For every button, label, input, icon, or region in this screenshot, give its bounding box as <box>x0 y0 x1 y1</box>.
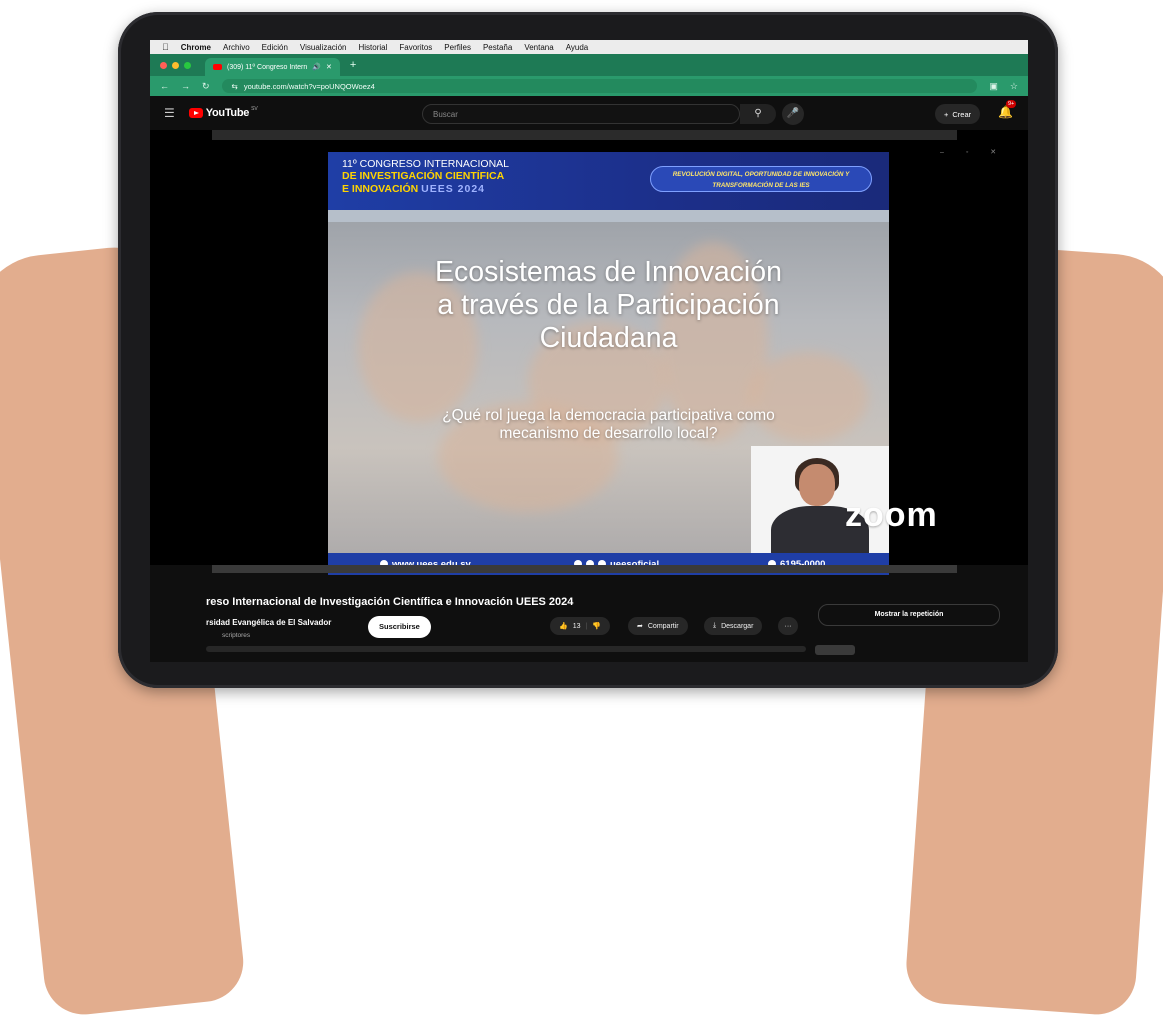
share-icon: ➦ <box>637 623 643 630</box>
slide-title-line-3: Ciudadana <box>539 322 678 354</box>
subscribe-button[interactable]: Suscribirse <box>368 616 431 638</box>
banner-line-3-suffix: UEES 2024 <box>421 183 486 195</box>
video-title: reso Internacional de Investigación Cien… <box>206 596 574 608</box>
hamburger-menu-icon[interactable]: ☰ <box>164 106 175 120</box>
slide-subtitle: ¿Qué rol juega la democracia participati… <box>338 407 879 443</box>
banner-line-3: E INNOVACIÓN UEES 2024 <box>342 183 485 195</box>
bookmark-star-icon[interactable]: ☆ <box>1010 81 1018 92</box>
menu-edicion[interactable]: Edición <box>262 43 288 52</box>
thumbs-down-icon[interactable]: 👎 <box>592 622 601 630</box>
zoom-window-button[interactable] <box>184 61 191 69</box>
video-player-area[interactable]: – ◦ ✕ 11º CONGRESO INTERNACIONAL DE INVE… <box>150 130 1028 575</box>
window-controls <box>160 61 191 69</box>
cast-icon[interactable]: ▣ <box>989 81 998 92</box>
menu-historial[interactable]: Historial <box>358 43 387 52</box>
recommendation-chip[interactable] <box>815 645 855 655</box>
menu-pestana[interactable]: Pestaña <box>483 43 512 52</box>
browser-tabstrip: (309) 11º Congreso Intern 🔊 ✕ + <box>150 54 1028 76</box>
menu-archivo[interactable]: Archivo <box>223 43 250 52</box>
like-button[interactable]: 👍 13 | 👎 <box>550 617 611 635</box>
slide-title-line-1: Ecosistemas de Innovación <box>435 256 782 288</box>
youtube-favicon-icon <box>213 64 222 70</box>
menu-visualizacion[interactable]: Visualización <box>300 43 347 52</box>
thumbs-up-icon: 👍 <box>559 623 568 630</box>
speaker-icon[interactable]: 🔊 <box>312 63 321 71</box>
url-field[interactable]: ⇆ youtube.com/watch?v=poUNQOWoez4 <box>221 79 978 93</box>
plus-icon: + <box>944 109 949 119</box>
menu-ventana[interactable]: Ventana <box>524 43 553 52</box>
close-window-button[interactable] <box>160 61 167 69</box>
forward-icon[interactable]: → <box>181 81 190 91</box>
url-text: youtube.com/watch?v=poUNQOWoez4 <box>243 81 375 91</box>
banner-tagline: REVOLUCIÓN DIGITAL, OPORTUNIDAD DE INNOV… <box>650 166 872 192</box>
banner-line-3-text: E INNOVACIÓN <box>342 183 419 195</box>
speaker-face <box>799 464 835 506</box>
microphone-icon[interactable]: 🎤 <box>782 103 804 125</box>
close-tab-icon[interactable]: ✕ <box>326 63 332 71</box>
back-icon[interactable]: ← <box>160 81 169 91</box>
slide-title-line-2: a través de la Participación <box>437 289 780 321</box>
banner-separator <box>328 210 889 222</box>
slide-banner: 11º CONGRESO INTERNACIONAL DE INVESTIGAC… <box>328 152 889 210</box>
menu-perfiles[interactable]: Perfiles <box>444 43 471 52</box>
menu-ayuda[interactable]: Ayuda <box>566 43 589 52</box>
new-tab-button[interactable]: + <box>350 59 356 71</box>
share-button[interactable]: ➦ Compartir <box>628 617 688 635</box>
player-top-strip <box>212 130 957 140</box>
more-actions-button[interactable]: ··· <box>778 617 798 635</box>
search-input[interactable]: Buscar <box>422 104 740 124</box>
menu-favoritos[interactable]: Favoritos <box>399 43 432 52</box>
like-count: 13 <box>572 622 581 630</box>
slide-title: Ecosistemas de Innovación a través de la… <box>338 256 879 355</box>
notifications-badge: 9+ <box>1006 100 1017 108</box>
mac-menubar:  Chrome Archivo Edición Visualización H… <box>150 40 1028 54</box>
banner-line-1: 11º CONGRESO INTERNACIONAL <box>342 158 510 170</box>
address-bar: ← → ↻ ⇆ youtube.com/watch?v=poUNQOWoez4 … <box>150 76 1028 96</box>
download-label: Descargar <box>721 622 754 630</box>
banner-line-2: DE INVESTIGACIÓN CIENTÍFICA <box>342 170 505 182</box>
minimize-window-button[interactable] <box>172 61 179 69</box>
description-strip <box>206 646 806 652</box>
site-info-icon[interactable]: ⇆ <box>232 82 238 91</box>
download-icon: ⤓ <box>713 622 717 629</box>
browser-tab-active[interactable]: (309) 11º Congreso Intern 🔊 ✕ <box>205 58 340 76</box>
reload-icon[interactable]: ↻ <box>202 81 210 92</box>
search-icon[interactable]: ⚲ <box>740 104 776 124</box>
youtube-logo-icon[interactable] <box>188 108 203 118</box>
tablet-screen:  Chrome Archivo Edición Visualización H… <box>150 40 1028 662</box>
slide-subtitle-line-1: ¿Qué rol juega la democracia participati… <box>442 407 775 424</box>
slide-subtitle-line-2: mecanismo de desarrollo local? <box>499 425 718 442</box>
tab-title: (309) 11º Congreso Intern <box>227 63 308 71</box>
popout-controls[interactable]: – ◦ ✕ <box>940 148 1006 156</box>
share-label: Compartir <box>647 622 679 630</box>
show-replay-button[interactable]: Mostrar la repetición <box>818 604 1000 626</box>
youtube-logo-text[interactable]: YouTube <box>206 107 250 119</box>
apple-icon[interactable]:  <box>162 42 169 52</box>
video-frame[interactable]: 11º CONGRESO INTERNACIONAL DE INVESTIGAC… <box>328 152 889 575</box>
subscriber-count: scriptores <box>222 632 251 639</box>
channel-name[interactable]: rsidad Evangélica de El Salvador <box>206 618 331 627</box>
download-button[interactable]: ⤓ Descargar <box>704 617 763 635</box>
country-code: SV <box>251 106 258 112</box>
youtube-header: ☰ YouTube SV Buscar ⚲ 🎤 + Crear 🔔 9+ <box>150 96 1028 130</box>
menu-chrome[interactable]: Chrome <box>181 43 211 52</box>
create-button[interactable]: + Crear <box>935 104 981 124</box>
player-progress-bar[interactable] <box>212 565 957 573</box>
create-label: Crear <box>952 109 972 119</box>
zoom-watermark: zoom <box>845 496 938 534</box>
